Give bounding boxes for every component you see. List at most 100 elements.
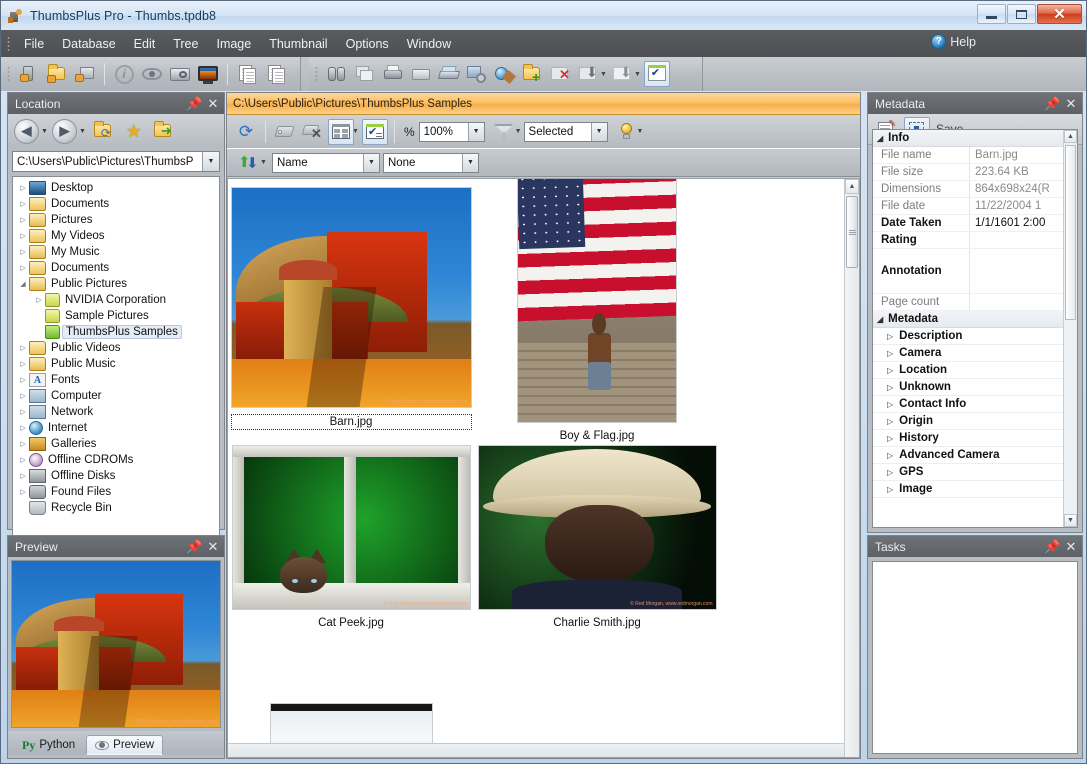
select-options-icon[interactable]: ✔ xyxy=(361,118,388,145)
metadata-row[interactable]: Dimensions 864x698x24(R xyxy=(873,181,1063,198)
menu-window[interactable]: Window xyxy=(398,33,460,55)
metadata-value[interactable]: 223.64 KB xyxy=(969,164,1063,180)
new-folder-icon[interactable]: + xyxy=(520,61,546,87)
filter-funnel-icon[interactable] xyxy=(491,119,517,145)
address-bar[interactable]: C:\Users\Public\Pictures\ThumbsPlus Samp… xyxy=(227,93,860,115)
tree-item-documents[interactable]: ▷ Documents xyxy=(13,196,219,212)
expander-closed-icon[interactable]: ▷ xyxy=(17,344,29,352)
tree-item-computer[interactable]: ▷ Computer xyxy=(13,388,219,404)
tree-item-offline-disks[interactable]: ▷ Offline Disks xyxy=(13,468,219,484)
expander-open-icon[interactable]: ◢ xyxy=(877,134,883,143)
pin-icon[interactable]: 📌 xyxy=(186,538,202,555)
menu-grip-icon[interactable] xyxy=(5,34,13,53)
print-icon[interactable] xyxy=(380,61,406,87)
find-icon[interactable] xyxy=(324,61,350,87)
menu-thumbnail[interactable]: Thumbnail xyxy=(260,33,336,55)
toolbar-grip-icon[interactable] xyxy=(5,65,13,83)
thumbnail-image[interactable] xyxy=(269,703,433,743)
back-dropdown-icon[interactable]: ▼ xyxy=(41,128,48,135)
metadata-value[interactable]: Barn.jpg xyxy=(969,147,1063,163)
menu-edit[interactable]: Edit xyxy=(125,33,165,55)
metadata-group-info[interactable]: ◢ Info xyxy=(873,130,1063,147)
tab-python[interactable]: Py Python xyxy=(13,735,84,755)
tree-item-desktop[interactable]: ▷ Desktop xyxy=(13,180,219,196)
metadata-scrollbar[interactable]: ▲ ▼ xyxy=(1063,130,1077,527)
tree-item-pictures[interactable]: ▷ Pictures xyxy=(13,212,219,228)
expander-closed-icon[interactable]: ▷ xyxy=(887,485,893,494)
tree-item-offline-cdroms[interactable]: ▷ Offline CDROMs xyxy=(13,452,219,468)
expander-closed-icon[interactable]: ▷ xyxy=(17,216,29,224)
duplicate-icon[interactable] xyxy=(352,61,378,87)
expander-closed-icon[interactable]: ▷ xyxy=(887,400,893,409)
filter-combo[interactable]: Selected ▼ xyxy=(523,121,608,142)
refresh-thumbnails-icon[interactable]: ⟳ xyxy=(233,119,259,145)
folder-tree[interactable]: ▷ Desktop ▷ Documents ▷ Pictures ▷ My Videos ▷ My… xyxy=(12,176,220,546)
move-down-icon[interactable]: ⬇ xyxy=(576,61,602,87)
scrollbar-thumb[interactable] xyxy=(846,196,858,268)
metadata-subgroup-gps[interactable]: ▷ GPS xyxy=(873,464,1063,481)
menu-options[interactable]: Options xyxy=(337,33,398,55)
select-checkbox-icon[interactable]: ✔ xyxy=(643,61,670,87)
metadata-subgroup-location[interactable]: ▷ Location xyxy=(873,362,1063,379)
metadata-subgroup-contact-info[interactable]: ▷ Contact Info xyxy=(873,396,1063,413)
close-icon[interactable]: ✕ xyxy=(205,95,221,112)
expander-closed-icon[interactable]: ▷ xyxy=(17,200,29,208)
thumbnail-scan-icon[interactable] xyxy=(16,61,42,87)
expander-closed-icon[interactable]: ▷ xyxy=(887,332,893,341)
expander-closed-icon[interactable]: ▷ xyxy=(33,296,45,304)
metadata-scroll-down[interactable]: ▼ xyxy=(1064,514,1077,527)
metadata-value[interactable] xyxy=(969,294,1063,310)
pin-icon[interactable]: 📌 xyxy=(186,95,202,112)
expander-closed-icon[interactable]: ▷ xyxy=(17,456,29,464)
tree-item-internet[interactable]: ▷ Internet xyxy=(13,420,219,436)
location-path-input[interactable]: C:\Users\Public\Pictures\ThumbsP ▼ xyxy=(12,151,220,172)
expander-open-icon[interactable]: ◢ xyxy=(877,315,883,324)
expander-closed-icon[interactable]: ▷ xyxy=(17,488,29,496)
thumbnail-image[interactable]: © Red Morgan, www.redmorgan.com xyxy=(477,445,717,610)
folder-scan-icon[interactable] xyxy=(44,61,70,87)
metadata-row[interactable]: File name Barn.jpg xyxy=(873,147,1063,164)
refresh-folder-icon[interactable]: ⟳ xyxy=(91,118,117,144)
expander-closed-icon[interactable]: ▷ xyxy=(17,264,29,272)
tree-item-my-videos[interactable]: ▷ My Videos xyxy=(13,228,219,244)
thumbnail-label[interactable]: Charlie Smith.jpg xyxy=(549,616,645,630)
location-path-dropdown-icon[interactable]: ▼ xyxy=(202,152,219,171)
expander-closed-icon[interactable]: ▷ xyxy=(17,472,29,480)
expander-closed-icon[interactable]: ▷ xyxy=(887,349,893,358)
scanner-icon[interactable] xyxy=(436,61,462,87)
forward-arrow-icon[interactable]: ▶ xyxy=(51,118,77,144)
info-icon[interactable]: i xyxy=(111,61,137,87)
expander-closed-icon[interactable]: ▷ xyxy=(17,232,29,240)
copy-icon[interactable] xyxy=(234,61,260,87)
slideshow-icon[interactable] xyxy=(167,61,193,87)
sort-dropdown-icon[interactable]: ▼ xyxy=(260,159,267,166)
thumbnail-label[interactable]: Barn.jpg xyxy=(230,414,472,430)
metadata-row[interactable]: Rating xyxy=(873,232,1063,249)
paste-icon[interactable] xyxy=(262,61,288,87)
delete-folder-icon[interactable]: ✕ xyxy=(548,61,574,87)
scroll-up-button[interactable]: ▲ xyxy=(845,179,859,194)
email-icon[interactable] xyxy=(408,61,434,87)
pin-icon[interactable]: 📌 xyxy=(1044,538,1060,555)
close-icon[interactable]: ✕ xyxy=(1063,538,1079,555)
zoom-dropdown-icon[interactable]: ▼ xyxy=(467,122,484,141)
metadata-scroll-up[interactable]: ▲ xyxy=(1064,130,1077,143)
zoom-combo[interactable]: 100% ▼ xyxy=(418,121,485,142)
copy-down-icon[interactable]: ⬇ xyxy=(610,61,636,87)
sort-field-combo[interactable]: Name ▼ xyxy=(271,152,380,173)
close-icon[interactable]: ✕ xyxy=(205,538,221,555)
maximize-button[interactable] xyxy=(1007,4,1036,24)
image-scan-icon[interactable] xyxy=(72,61,98,87)
tree-item-recycle-bin[interactable]: Recycle Bin xyxy=(13,500,219,516)
expander-closed-icon[interactable]: ▷ xyxy=(17,376,29,384)
expander-closed-icon[interactable]: ▷ xyxy=(887,366,893,375)
metadata-subgroup-camera[interactable]: ▷ Camera xyxy=(873,345,1063,362)
tree-item-sample-pictures[interactable]: Sample Pictures xyxy=(13,308,219,324)
expander-closed-icon[interactable]: ▷ xyxy=(17,392,29,400)
metadata-row[interactable]: Annotation xyxy=(873,249,1063,294)
expander-closed-icon[interactable]: ▷ xyxy=(17,248,29,256)
thumbnail-grid[interactable]: © Red Morgan, www.redmorgan.com Barn.jpg xyxy=(228,179,844,743)
expander-closed-icon[interactable]: ▷ xyxy=(17,360,29,368)
view-icon[interactable] xyxy=(139,61,165,87)
image-settings-icon[interactable] xyxy=(464,61,490,87)
